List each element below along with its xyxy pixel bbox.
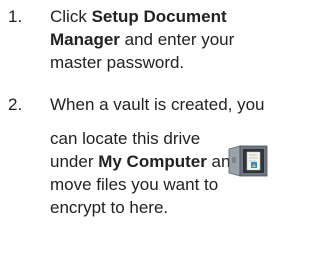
step-line: encrypt to here. <box>50 198 169 217</box>
step-text: When a vault is created, you can locate … <box>50 93 317 219</box>
step-text: Click Setup Document Manager and enter y… <box>50 5 317 74</box>
step-line: move files you want to <box>50 175 219 194</box>
step-line: Click Setup Document <box>50 5 317 28</box>
bold-my-computer: My Computer <box>98 152 207 171</box>
step-line: can locate this drive <box>50 129 201 148</box>
step-line: master password. <box>50 53 185 72</box>
bold-manager: Manager <box>50 30 120 49</box>
step-number: 2. <box>8 95 23 114</box>
text-segment: and enter your <box>119 30 235 49</box>
step-line: Manager and enter your <box>50 28 317 51</box>
text-segment: Click <box>50 7 92 26</box>
text-segment: under <box>50 152 99 171</box>
vault-drive-icon <box>227 143 269 179</box>
step-number: 1. <box>8 7 23 26</box>
step-line: under My Computer and <box>50 150 317 173</box>
step-line: When a vault is created, you <box>50 95 265 114</box>
bold-setup-document: Setup Document <box>91 7 227 26</box>
